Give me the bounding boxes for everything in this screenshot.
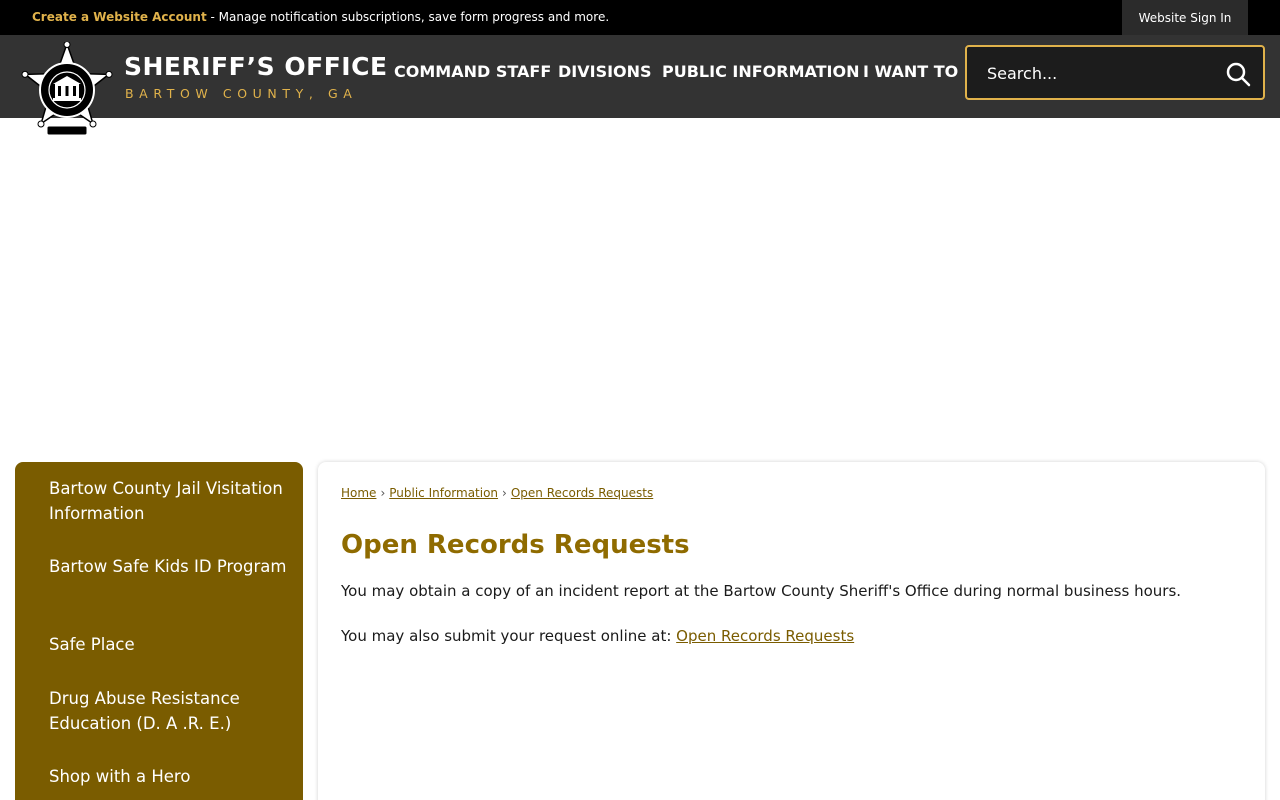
main-content: Home › Public Information › Open Records Req… [318, 462, 1265, 800]
open-records-requests-link[interactable]: Open Records Requests [676, 627, 854, 645]
create-account-link[interactable]: Create a Website Account [32, 10, 207, 24]
nav-public-information[interactable]: PUBLIC INFORMATION [662, 62, 860, 81]
sheriff-star-badge-icon[interactable] [15, 42, 119, 138]
sidebar-item-safe-place[interactable]: Safe Place [49, 632, 289, 657]
account-message: Create a Website Account - Manage notifi… [32, 10, 609, 24]
breadcrumb-separator: › [502, 486, 507, 500]
search-icon[interactable] [1225, 61, 1251, 87]
incident-report-paragraph: You may obtain a copy of an incident rep… [341, 582, 1182, 600]
page-title: Open Records Requests [341, 530, 690, 560]
sidebar-item-safe-kids-id[interactable]: Bartow Safe Kids ID Program [49, 554, 289, 579]
online-request-paragraph: You may also submit your request online … [341, 627, 854, 645]
sidebar-item-jail-visitation[interactable]: Bartow County Jail Visitation Informatio… [49, 476, 289, 526]
top-utility-bar: Create a Website Account - Manage notifi… [0, 0, 1280, 35]
online-request-text: You may also submit your request online … [341, 627, 677, 645]
sidebar-item-dare[interactable]: Drug Abuse Resistance Education (D. A .R… [49, 686, 289, 736]
sidebar-item-shop-with-a-hero[interactable]: Shop with a Hero [49, 764, 289, 789]
website-sign-in-button[interactable]: Website Sign In [1122, 0, 1248, 35]
brand-subtitle: BARTOW COUNTY, GA [125, 86, 358, 101]
breadcrumb-public-information[interactable]: Public Information [389, 486, 498, 500]
nav-divisions[interactable]: DIVISIONS [558, 62, 652, 81]
nav-i-want-to[interactable]: I WANT TO [863, 62, 958, 81]
breadcrumb: Home › Public Information › Open Records Req… [341, 486, 653, 500]
account-message-text: - Manage notification subscriptions, sav… [206, 10, 610, 24]
breadcrumb-separator: › [380, 486, 386, 500]
breadcrumb-open-records[interactable]: Open Records Requests [511, 486, 653, 500]
sidebar-nav: Bartow County Jail Visitation Informatio… [15, 462, 303, 800]
breadcrumb-home[interactable]: Home [341, 486, 376, 500]
brand-title[interactable]: SHERIFF’S OFFICE [124, 52, 388, 81]
search-box [965, 45, 1265, 100]
search-input[interactable] [987, 61, 1217, 85]
nav-command-staff[interactable]: COMMAND STAFF [394, 62, 551, 81]
